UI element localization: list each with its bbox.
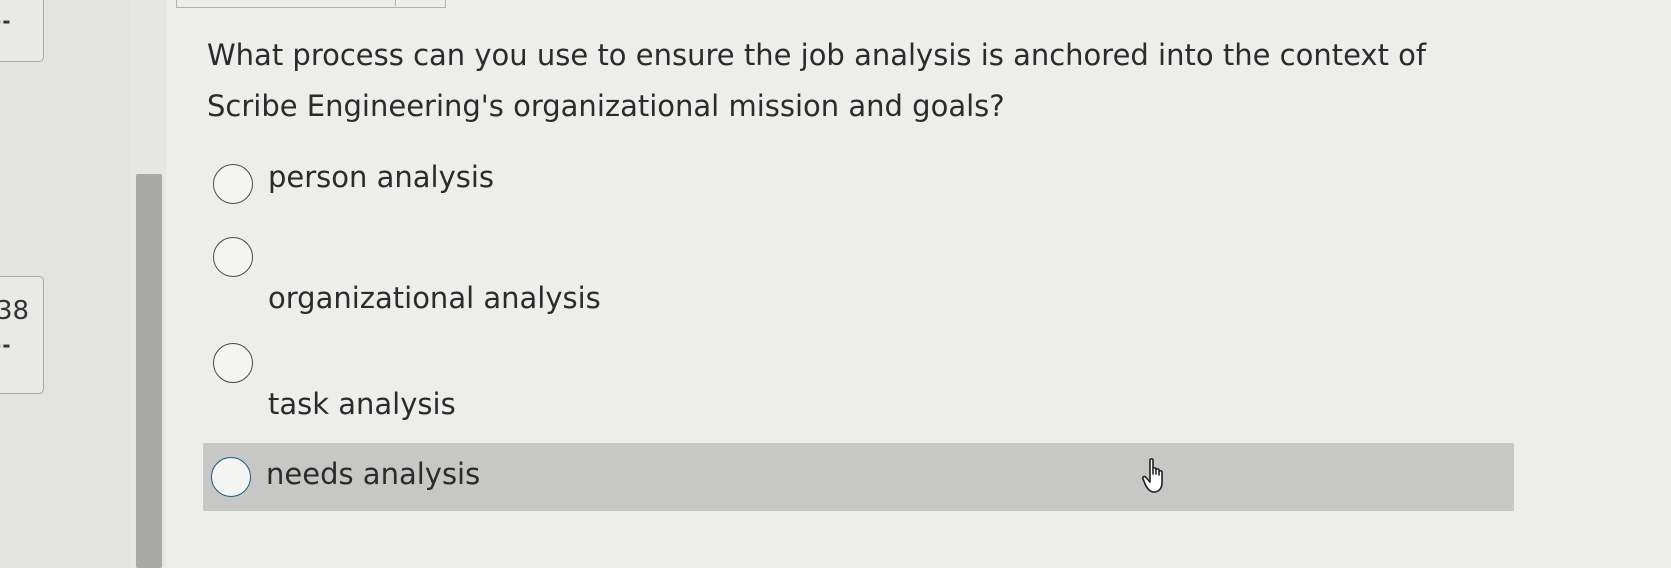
radio-button[interactable]: [213, 237, 253, 277]
hand-pointer-icon: [1141, 458, 1163, 493]
answer-option-organizational-analysis[interactable]: organizational analysis: [205, 237, 1515, 315]
nav-status-marker: --: [0, 9, 12, 33]
radio-button[interactable]: [211, 457, 251, 497]
nav-status-marker: --: [0, 333, 12, 357]
scrollbar[interactable]: [136, 174, 162, 568]
option-label: organizational analysis: [268, 281, 601, 315]
answer-option-person-analysis[interactable]: person analysis: [205, 160, 1515, 214]
question-nav-strip: -- -- 38: [0, 0, 130, 568]
answer-option-needs-analysis[interactable]: needs analysis: [203, 443, 1514, 511]
nav-question-current[interactable]: --: [0, 276, 44, 394]
option-label: needs analysis: [266, 457, 481, 491]
top-tab-strip: [176, 0, 446, 8]
radio-button[interactable]: [213, 343, 253, 383]
question-text: What process can you use to ensure the j…: [207, 38, 1427, 123]
option-label: task analysis: [268, 387, 456, 421]
option-label: person analysis: [268, 160, 495, 194]
nav-question-number: 38: [0, 296, 30, 326]
nav-question-prev[interactable]: --: [0, 0, 44, 62]
radio-button[interactable]: [213, 164, 253, 204]
answer-option-task-analysis[interactable]: task analysis: [205, 343, 1515, 421]
